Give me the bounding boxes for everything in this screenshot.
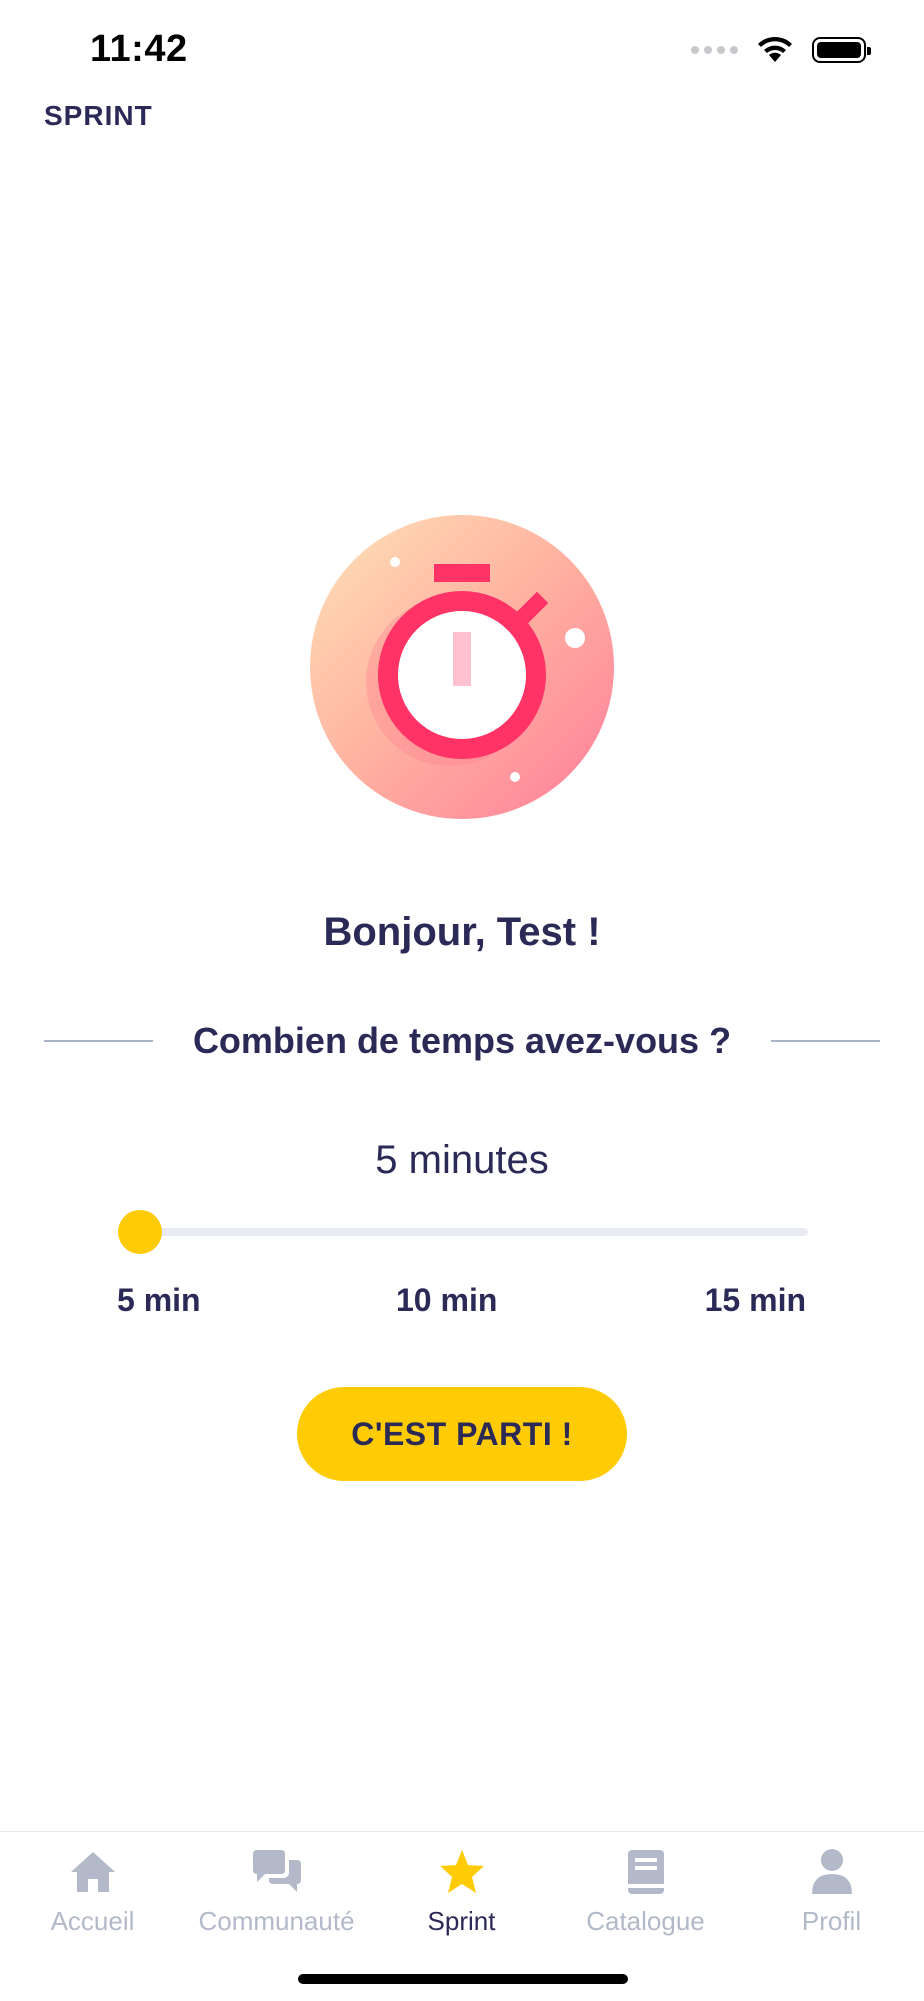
tab-label: Catalogue <box>586 1906 705 1936</box>
chat-bubbles-icon <box>252 1850 301 1892</box>
duration-slider[interactable] <box>118 1210 808 1254</box>
greeting-heading: Bonjour, Test ! <box>323 910 601 954</box>
tick-label-15-min: 15 min <box>704 1282 806 1318</box>
duration-value: 5 minutes <box>375 1138 549 1182</box>
status-icons <box>691 36 871 64</box>
tick-label-10-min: 10 min <box>396 1282 498 1318</box>
tab-accueil[interactable]: Accueil <box>0 1832 185 1952</box>
tab-label: Profil <box>801 1906 862 1936</box>
question-heading: Combien de temps avez-vous ? <box>192 1020 732 1061</box>
start-sprint-button[interactable]: C'EST PARTI ! <box>297 1387 627 1481</box>
home-indicator <box>298 1974 628 1984</box>
stopwatch-illustration <box>310 515 614 819</box>
tab-label: Communauté <box>198 1906 355 1936</box>
status-bar: 11:42 <box>0 0 924 110</box>
tab-profil[interactable]: Profil <box>739 1832 924 1952</box>
status-time: 11:42 <box>90 28 188 70</box>
tab-sprint[interactable]: Sprint <box>369 1832 554 1952</box>
question-row: Combien de temps avez-vous ? <box>44 1020 880 1062</box>
divider-right <box>771 1040 880 1042</box>
cellular-signal-icon <box>691 46 738 54</box>
tick-label-5-min: 5 min <box>117 1282 201 1318</box>
slider-track[interactable] <box>140 1228 808 1236</box>
tab-communaute[interactable]: Communauté <box>184 1832 369 1952</box>
page-title: SPRINT <box>44 100 153 131</box>
book-icon <box>627 1850 664 1894</box>
slider-tick-labels: 5 min 10 min 15 min <box>0 1282 924 1322</box>
person-icon <box>811 1849 852 1894</box>
tab-label: Sprint <box>427 1906 496 1936</box>
slider-thumb[interactable] <box>118 1210 162 1254</box>
home-icon <box>70 1852 115 1892</box>
tab-label: Accueil <box>50 1906 135 1936</box>
battery-icon <box>812 37 871 63</box>
divider-left <box>44 1040 153 1042</box>
tab-catalogue[interactable]: Catalogue <box>553 1832 738 1952</box>
wifi-icon <box>758 36 792 62</box>
star-icon <box>439 1850 484 1893</box>
